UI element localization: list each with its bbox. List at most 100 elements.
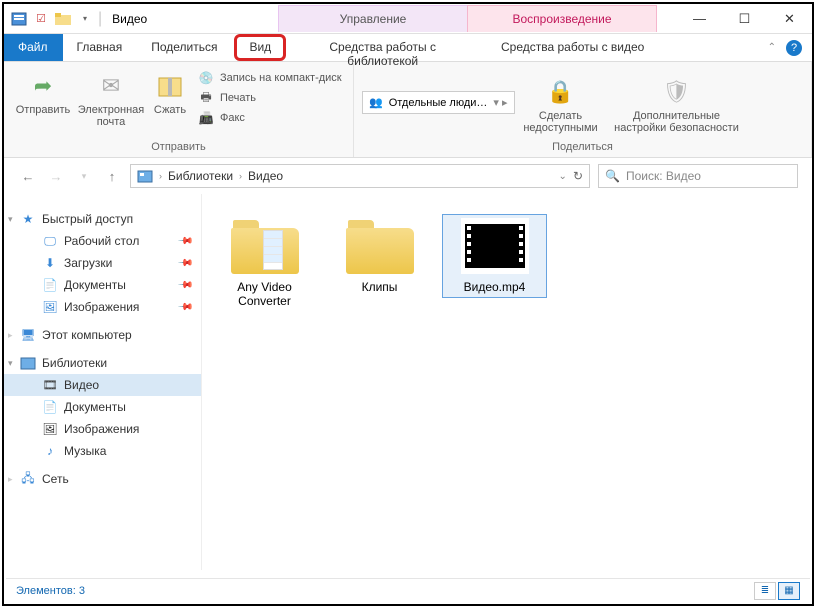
picture-icon: 🖼 [42,299,58,315]
maximize-button[interactable]: ☐ [722,4,767,34]
tree-videos[interactable]: 🎞Видео [4,374,201,396]
breadcrumb-bar[interactable]: › Библиотеки › Видео ⌄ ↻ [130,164,590,188]
refresh-icon[interactable]: ↻ [573,169,583,183]
qat-folder-icon[interactable] [54,10,72,28]
pin-icon: 📌 [176,277,193,294]
tree-libraries[interactable]: ▾Библиотеки [4,352,201,374]
print-label: Печать [220,92,256,104]
email-button[interactable]: ✉ Электронная почта [80,66,142,128]
pin-icon: 📌 [176,299,193,316]
remove-access-button[interactable]: 🔒 Сделать недоступными [521,72,601,134]
window-title: Видео [112,12,147,26]
music-icon: ♪ [42,443,58,459]
tab-view[interactable]: Вид [234,34,286,61]
folder-any-video-converter[interactable]: Any Video Converter [212,214,317,312]
lock-icon: 🔒 [545,76,577,108]
star-icon: ★ [20,211,36,227]
ribbon: ➦ Отправить ✉ Электронная почта Сжать 💿 З… [4,62,812,158]
tree-network[interactable]: ▸🖧Сеть [4,468,201,490]
zip-button[interactable]: Сжать [148,66,192,116]
collapse-ribbon-icon[interactable]: ⌃ [768,42,776,53]
qat-dropdown-icon[interactable]: ▾ [76,10,94,28]
crumb-root[interactable]: Библиотеки [168,169,233,183]
tab-share[interactable]: Поделиться [137,34,232,61]
zip-label: Сжать [154,104,186,116]
network-icon: 🖧 [20,471,36,487]
nav-tree: ▾★Быстрый доступ 🖵Рабочий стол📌 ⬇Загрузк… [4,194,202,570]
burn-label: Запись на компакт-диск [220,72,342,84]
ribbon-tabs: Файл Главная Поделиться Вид Средства раб… [4,34,812,62]
security-icon: 🛡 [661,76,693,108]
file-video-mp4[interactable]: Видео.mp4 [442,214,547,298]
tree-documents[interactable]: 📄Документы📌 [4,274,201,296]
app-icon [10,10,28,28]
envelope-icon: ✉ [95,70,127,102]
item-label: Клипы [362,280,398,294]
context-tab-playback: Воспроизведение [467,5,657,32]
video-file-icon [461,218,529,274]
disc-icon: 💿 [198,70,214,86]
back-button[interactable]: ← [18,166,38,186]
item-count: Элементов: 3 [16,585,85,597]
tab-home[interactable]: Главная [63,34,138,61]
tree-lib-documents[interactable]: 📄Документы [4,396,201,418]
tree-lib-pictures[interactable]: 🖼Изображения [4,418,201,440]
up-button[interactable]: ↑ [102,166,122,186]
folder-clips[interactable]: Клипы [327,214,432,298]
minimize-button[interactable]: — [677,4,722,34]
picture-icon: 🖼 [42,421,58,437]
send-group-label: Отправить [12,139,345,157]
icons-view-button[interactable]: ▦ [778,582,800,600]
zip-icon [154,70,186,102]
forward-button[interactable]: → [46,166,66,186]
tree-desktop[interactable]: 🖵Рабочий стол📌 [4,230,201,252]
burn-button[interactable]: 💿 Запись на компакт-диск [198,70,342,86]
qat-save-icon[interactable]: ☑ [32,10,50,28]
specific-people-button[interactable]: 👥 Отдельные люди… ▾ ▸ [362,91,515,114]
close-button[interactable]: ✕ [767,4,812,34]
search-icon: 🔍 [605,169,620,183]
specific-people-label: Отдельные люди… [389,97,488,109]
email-label: Электронная почта [78,104,145,128]
tab-video-tools[interactable]: Средства работы с видео [478,34,668,61]
adv-security-button[interactable]: 🛡 Дополнительные настройки безопасности [607,72,747,134]
items-view[interactable]: Any Video Converter Клипы Видео.mp4 [202,194,812,570]
share-group-label: Поделиться [362,139,803,157]
addr-dropdown-icon[interactable]: ⌄ [559,171,567,182]
details-view-button[interactable]: ≣ [754,582,776,600]
recent-dropdown[interactable]: ▾ [74,166,94,186]
crumb-current[interactable]: Видео [248,169,283,183]
people-icon: 👥 [369,96,383,109]
folder-icon [231,218,299,274]
printer-icon: 🖶 [198,90,214,106]
help-icon[interactable]: ? [786,40,802,56]
context-tab-manage: Управление [278,5,468,32]
fax-icon: 📠 [198,110,214,126]
share-arrow-icon: ➦ [27,70,59,102]
fax-button[interactable]: 📠 Факс [198,110,342,126]
tree-lib-music[interactable]: ♪Музыка [4,440,201,462]
fax-label: Факс [220,112,245,124]
send-button[interactable]: ➦ Отправить [12,66,74,116]
pin-icon: 📌 [176,255,193,272]
library-icon [137,169,153,183]
pin-icon: 📌 [176,233,193,250]
desktop-icon: 🖵 [42,233,58,249]
item-label: Видео.mp4 [464,280,526,294]
tree-this-pc[interactable]: ▸🖥Этот компьютер [4,324,201,346]
document-icon: 📄 [42,277,58,293]
send-label: Отправить [16,104,71,116]
tree-pictures[interactable]: 🖼Изображения📌 [4,296,201,318]
download-icon: ⬇ [42,255,58,271]
tab-library-tools[interactable]: Средства работы с библиотекой [288,34,478,61]
remove-access-label: Сделать недоступными [521,110,601,134]
adv-security-label: Дополнительные настройки безопасности [607,110,747,134]
folder-icon [346,218,414,274]
tab-file[interactable]: Файл [4,34,63,61]
search-input[interactable]: 🔍 Поиск: Видео [598,164,798,188]
tree-quick-access[interactable]: ▾★Быстрый доступ [4,208,201,230]
tree-downloads[interactable]: ⬇Загрузки📌 [4,252,201,274]
search-placeholder: Поиск: Видео [626,169,701,183]
print-button[interactable]: 🖶 Печать [198,90,342,106]
title-bar: ☑ ▾ | Видео Управление Воспроизведение —… [4,4,812,34]
